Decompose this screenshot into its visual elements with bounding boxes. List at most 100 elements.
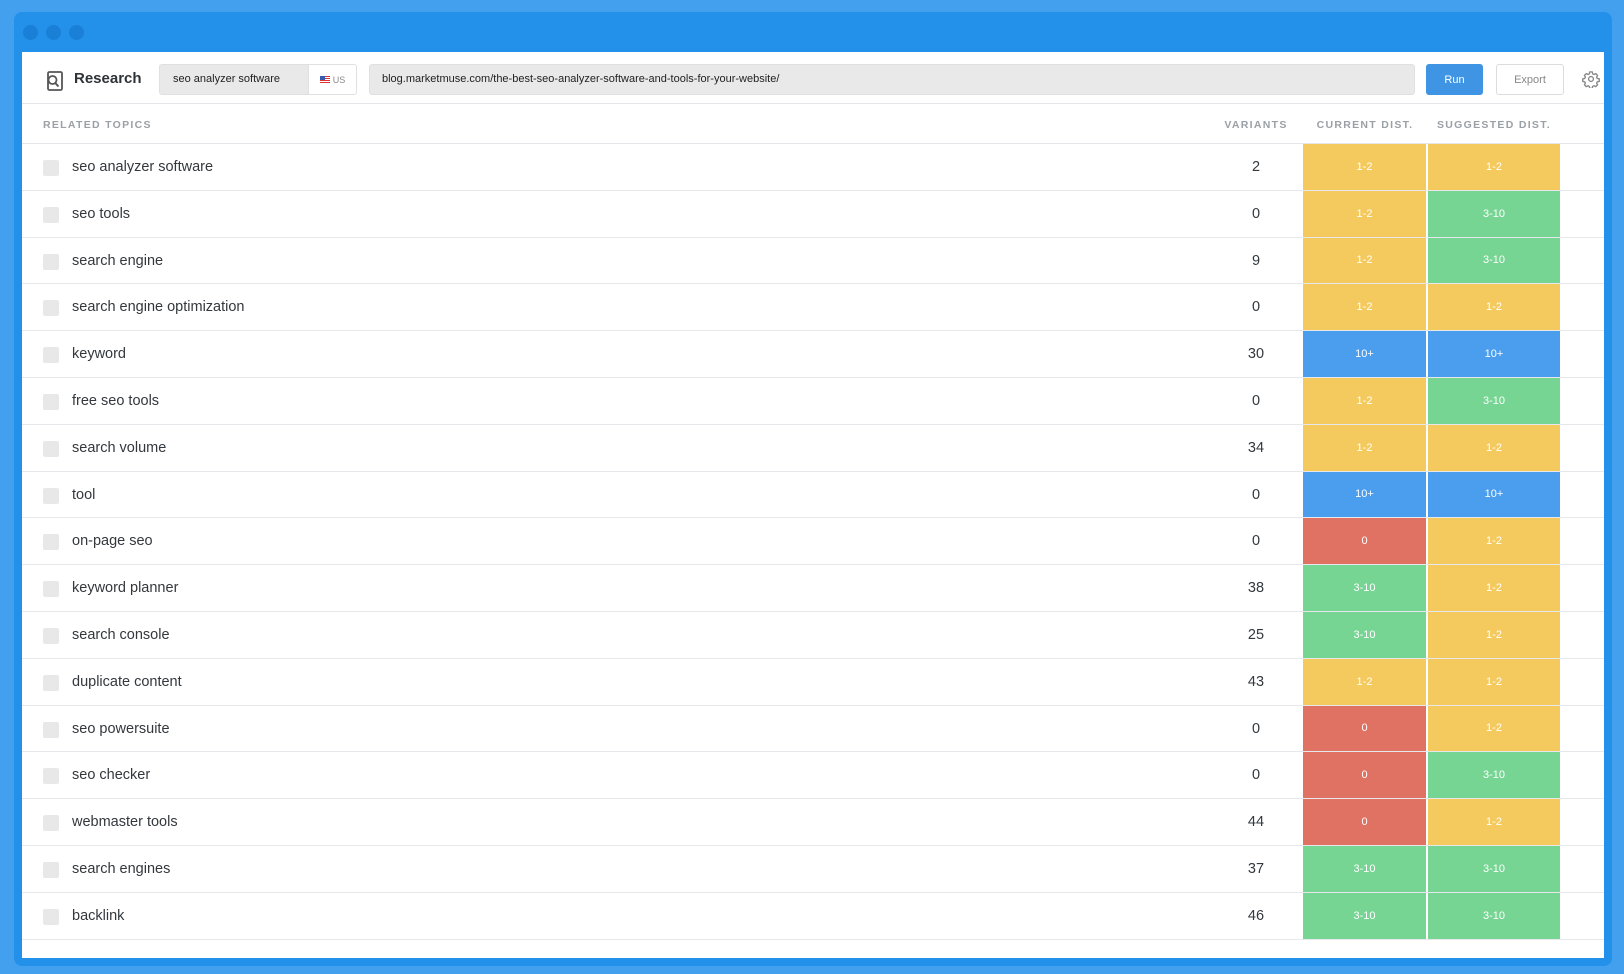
current-dist-cell: 1-2	[1303, 284, 1427, 331]
current-dist-cell: 1-2	[1303, 424, 1427, 471]
research-doc-icon	[47, 71, 63, 91]
topic-name: duplicate content	[72, 673, 182, 690]
table-row[interactable]: keyword 30 10+ 10+	[22, 331, 1604, 378]
row-checkbox[interactable]	[43, 534, 59, 551]
suggested-dist-cell: 1-2	[1428, 144, 1560, 190]
app-title: Research	[74, 70, 142, 87]
suggested-dist-cell: 1-2	[1428, 799, 1560, 845]
row-checkbox[interactable]	[43, 674, 59, 691]
toolbar: Research seo analyzer software US blog.m…	[22, 52, 1604, 104]
topic-name: search volume	[72, 439, 167, 456]
current-dist-cell: 10+	[1303, 331, 1427, 377]
topic-name: keyword	[72, 346, 126, 363]
table-row[interactable]: search engine 9 1-2 3-10	[22, 237, 1604, 285]
current-dist-cell: 3-10	[1303, 845, 1427, 892]
variants-count: 37	[1247, 860, 1265, 877]
variants-count: 43	[1247, 673, 1265, 690]
row-checkbox[interactable]	[43, 393, 59, 410]
topics-table-body: seo analyzer software 2 1-2 1-2 seo tools 0 1-…	[22, 144, 1604, 940]
suggested-dist-cell: 1-2	[1428, 424, 1560, 471]
table-row[interactable]: seo checker 0 0 3-10	[22, 752, 1604, 800]
topic-name: webmaster tools	[72, 814, 178, 831]
variants-count: 0	[1251, 533, 1261, 550]
current-dist-cell: 0	[1303, 752, 1427, 799]
header-variants[interactable]: VARIANTS	[1211, 119, 1301, 131]
table-row[interactable]: search engine optimization 0 1-2 1-2	[22, 284, 1604, 332]
row-checkbox[interactable]	[43, 160, 59, 176]
country-select[interactable]: US	[308, 64, 357, 95]
url-input[interactable]: blog.marketmuse.com/the-best-seo-analyze…	[369, 64, 1415, 95]
topic-name: seo analyzer software	[72, 159, 214, 175]
row-checkbox[interactable]	[43, 861, 59, 878]
variants-count: 0	[1251, 720, 1261, 737]
table-row[interactable]: search engines 37 3-10 3-10	[22, 845, 1604, 893]
table-row[interactable]: backlink 46 3-10 3-10	[22, 892, 1604, 940]
row-checkbox[interactable]	[43, 815, 59, 832]
row-checkbox[interactable]	[43, 487, 59, 504]
keyword-input[interactable]: seo analyzer software	[159, 64, 309, 95]
row-checkbox[interactable]	[43, 300, 59, 317]
variants-count: 9	[1251, 252, 1261, 269]
table-row[interactable]: search volume 34 1-2 1-2	[22, 424, 1604, 472]
us-flag-icon	[319, 76, 330, 83]
table-row[interactable]: free seo tools 0 1-2 3-10	[22, 377, 1604, 425]
table-row[interactable]: on-page seo 0 0 1-2	[22, 518, 1604, 566]
table-row[interactable]: seo tools 0 1-2 3-10	[22, 190, 1604, 238]
table-row[interactable]: seo powersuite 0 0 1-2	[22, 705, 1604, 753]
topic-name: search engine optimization	[72, 299, 245, 316]
row-checkbox[interactable]	[43, 206, 59, 223]
export-button[interactable]: Export	[1496, 64, 1564, 95]
run-button[interactable]: Run	[1426, 64, 1483, 95]
topic-name: search console	[72, 626, 170, 643]
suggested-dist-cell: 1-2	[1428, 518, 1560, 565]
current-dist-cell: 10+	[1303, 471, 1427, 518]
topic-name: tool	[72, 486, 96, 503]
topic-name: seo tools	[72, 205, 131, 222]
current-dist-cell: 3-10	[1303, 611, 1427, 658]
row-checkbox[interactable]	[43, 908, 59, 925]
window-controls	[23, 25, 84, 40]
suggested-dist-cell: 3-10	[1428, 190, 1560, 237]
row-checkbox[interactable]	[43, 721, 59, 738]
suggested-dist-cell: 10+	[1428, 471, 1560, 518]
header-current-dist[interactable]: CURRENT DIST.	[1303, 119, 1427, 131]
row-checkbox[interactable]	[43, 768, 59, 785]
row-checkbox[interactable]	[43, 253, 59, 270]
suggested-dist-cell: 3-10	[1428, 892, 1560, 939]
row-checkbox[interactable]	[43, 581, 59, 598]
table-row[interactable]: seo analyzer software 2 1-2 1-2	[22, 144, 1604, 191]
table-row[interactable]: search console 25 3-10 1-2	[22, 611, 1604, 659]
suggested-dist-cell: 3-10	[1428, 377, 1560, 424]
minimize-window-button[interactable]	[46, 25, 61, 40]
header-suggested-dist[interactable]: SUGGESTED DIST.	[1428, 119, 1560, 131]
gear-icon[interactable]	[1582, 70, 1600, 88]
table-row[interactable]: webmaster tools 44 0 1-2	[22, 799, 1604, 846]
current-dist-cell: 0	[1303, 705, 1427, 752]
current-dist-cell: 0	[1303, 518, 1427, 565]
suggested-dist-cell: 1-2	[1428, 705, 1560, 752]
suggested-dist-cell: 10+	[1428, 331, 1560, 377]
variants-count: 2	[1251, 159, 1261, 175]
variants-count: 34	[1247, 439, 1265, 456]
maximize-window-button[interactable]	[69, 25, 84, 40]
app-window: Research seo analyzer software US blog.m…	[14, 12, 1612, 966]
header-related-topics[interactable]: RELATED TOPICS	[43, 119, 152, 131]
close-window-button[interactable]	[23, 25, 38, 40]
table-row[interactable]: tool 0 10+ 10+	[22, 471, 1604, 519]
current-dist-cell: 1-2	[1303, 190, 1427, 237]
suggested-dist-cell: 1-2	[1428, 284, 1560, 331]
variants-count: 25	[1247, 626, 1265, 643]
row-checkbox[interactable]	[43, 347, 59, 364]
table-row[interactable]: duplicate content 43 1-2 1-2	[22, 658, 1604, 706]
row-checkbox[interactable]	[43, 627, 59, 644]
variants-count: 46	[1247, 907, 1265, 924]
suggested-dist-cell: 1-2	[1428, 565, 1560, 611]
row-checkbox[interactable]	[43, 440, 59, 457]
topic-name: on-page seo	[72, 533, 153, 550]
suggested-dist-cell: 3-10	[1428, 752, 1560, 799]
suggested-dist-cell: 1-2	[1428, 611, 1560, 658]
variants-count: 0	[1251, 392, 1261, 409]
variants-count: 0	[1251, 299, 1261, 316]
table-row[interactable]: keyword planner 38 3-10 1-2	[22, 565, 1604, 612]
variants-count: 0	[1251, 767, 1261, 784]
